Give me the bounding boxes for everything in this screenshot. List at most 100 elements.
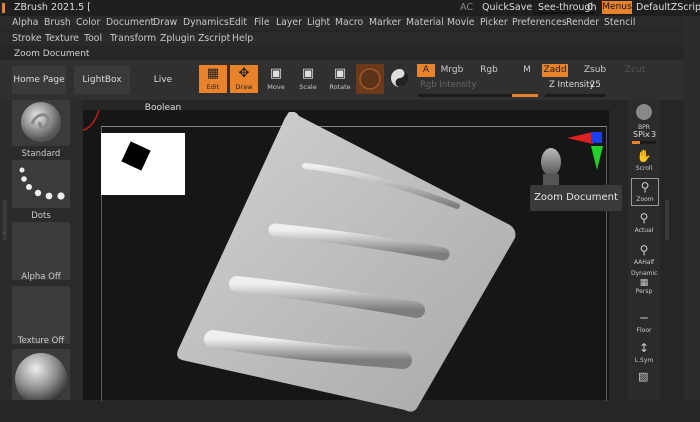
- title-bar: ZBrush 2021.5 [ AC QuickSave See-through…: [0, 0, 700, 16]
- lsym-button[interactable]: ↕ L.Sym: [631, 340, 657, 366]
- menu-light[interactable]: Light: [307, 17, 330, 28]
- floor-head-gizmo-icon[interactable]: [536, 146, 566, 186]
- menu-stencil[interactable]: Stencil: [604, 17, 635, 28]
- a-button[interactable]: A: [417, 64, 435, 77]
- draw-icon: ✥: [238, 66, 250, 81]
- persp-button[interactable]: Dynamic ▦ Persp: [631, 270, 657, 298]
- lsym-label: L.Sym: [634, 357, 654, 364]
- move-button[interactable]: ▣ Move: [262, 65, 290, 93]
- actual-button[interactable]: ⚲ Actual: [631, 210, 657, 236]
- m-button[interactable]: M: [520, 64, 534, 77]
- menu-texture[interactable]: Texture: [45, 33, 79, 44]
- rotate-icon: ▣: [333, 66, 347, 81]
- scroll-button[interactable]: ✋ Scroll: [631, 148, 657, 174]
- zoom-document-tooltip: Zoom Document: [530, 185, 622, 211]
- menu-tool[interactable]: Tool: [84, 33, 102, 44]
- zcut-button[interactable]: Zcut: [624, 64, 646, 77]
- live-boolean-button[interactable]: Live Boolean: [136, 66, 190, 113]
- stroke-picker[interactable]: [12, 160, 70, 208]
- menu-macro[interactable]: Macro: [335, 17, 363, 28]
- material-picker[interactable]: [12, 349, 70, 405]
- right-tray-scrollbar[interactable]: [665, 200, 669, 240]
- rotate-button[interactable]: ▣ Rotate: [326, 65, 354, 93]
- left-tray: Standard Dots Alpha Off Texture Off ˄: [0, 100, 82, 405]
- home-page-button[interactable]: Home Page: [12, 66, 66, 94]
- right-panel-edge: [684, 16, 700, 400]
- menu-color[interactable]: Color: [76, 17, 100, 28]
- bpr-button[interactable]: BPR: [631, 102, 657, 131]
- menu-help[interactable]: Help: [232, 33, 253, 44]
- lock-icon[interactable]: ▧: [638, 370, 648, 383]
- quicksave-button[interactable]: QuickSave: [482, 2, 532, 13]
- app-title: ZBrush 2021.5 [: [14, 2, 91, 13]
- standard-brush-icon: [21, 102, 61, 142]
- edit-button[interactable]: ▦ Edit: [199, 65, 227, 93]
- actual-label: Actual: [634, 227, 654, 234]
- menu-brush[interactable]: Brush: [44, 17, 71, 28]
- draw-button[interactable]: ✥ Draw: [230, 65, 258, 93]
- palette-title: Zoom Document: [14, 49, 90, 59]
- z-intensity-slider[interactable]: [545, 94, 605, 97]
- menu-movie[interactable]: Movie: [447, 17, 475, 28]
- menu-stroke[interactable]: Stroke: [12, 33, 42, 44]
- zbrush-logo-icon: [2, 3, 5, 13]
- menu-marker[interactable]: Marker: [369, 17, 401, 28]
- axis-gizmo-icon[interactable]: [563, 128, 607, 172]
- lsym-icon: ↕: [638, 341, 650, 355]
- material-sphere-icon[interactable]: [356, 64, 384, 94]
- floor-button[interactable]: ─ Floor: [631, 310, 657, 336]
- brush-label: Standard: [21, 149, 61, 159]
- menu-file[interactable]: File: [254, 17, 270, 28]
- color-picker-icon[interactable]: [390, 68, 410, 88]
- see-through-slider[interactable]: [534, 12, 594, 14]
- material-sphere-icon: [15, 353, 67, 405]
- edit-icon: ▦: [206, 66, 220, 81]
- draw-label: Draw: [235, 83, 253, 91]
- zoom-label: Zoom: [636, 196, 654, 203]
- z-intensity-value: 25: [590, 80, 601, 90]
- zoom-button[interactable]: ⚲ Zoom: [631, 178, 659, 206]
- scale-label: Scale: [299, 83, 317, 91]
- actual-magnifier-icon: ⚲: [639, 211, 649, 225]
- menu-transform[interactable]: Transform: [110, 33, 156, 44]
- menu-render[interactable]: Render: [566, 17, 599, 28]
- scale-icon: ▣: [301, 66, 315, 81]
- sculpt-plane-mesh[interactable]: [177, 112, 537, 422]
- mrgb-button[interactable]: Mrgb: [438, 64, 466, 77]
- ac-toggle[interactable]: AC: [460, 2, 473, 13]
- aahalf-button[interactable]: ⚲ AAHalf: [631, 242, 657, 268]
- navigation-thumbnail[interactable]: [101, 133, 185, 195]
- floor-icon: ─: [640, 311, 648, 325]
- scroll-label: Scroll: [635, 165, 653, 172]
- menu-zplugin[interactable]: Zplugin: [160, 33, 195, 44]
- menu-zscript[interactable]: Zscript: [198, 33, 230, 44]
- persp-label: Persp: [635, 288, 653, 295]
- right-shelf: BPR SPix 3 ✋ Scroll ⚲ Zoom ⚲ Actual ⚲ AAHalf…: [628, 100, 660, 400]
- scale-button[interactable]: ▣ Scale: [294, 65, 322, 93]
- menu-edit[interactable]: Edit: [229, 17, 247, 28]
- spix-label: SPix: [633, 130, 650, 139]
- z-intensity-fill: [512, 94, 538, 97]
- zadd-button[interactable]: Zadd: [542, 64, 568, 77]
- brush-picker[interactable]: [12, 100, 70, 146]
- menu-alpha[interactable]: Alpha: [12, 17, 38, 28]
- rgb-button[interactable]: Rgb: [478, 64, 500, 77]
- menu-document[interactable]: Document: [106, 17, 154, 28]
- persp-icon: ▦: [639, 278, 649, 288]
- menu-row-1: Alpha Brush Color Document Draw Dynamics…: [0, 16, 700, 30]
- menu-picker[interactable]: Picker: [480, 17, 508, 28]
- menu-dynamics[interactable]: Dynamics: [183, 17, 229, 28]
- menus-toggle-button[interactable]: Menus: [602, 1, 632, 14]
- edit-label: Edit: [206, 83, 220, 91]
- menu-layer[interactable]: Layer: [276, 17, 302, 28]
- menu-preferences[interactable]: Preferences: [512, 17, 567, 28]
- bpr-sphere-icon: [636, 104, 652, 120]
- menu-draw[interactable]: Draw: [153, 17, 177, 28]
- default-zscript-button[interactable]: DefaultZScript: [636, 2, 700, 13]
- lightbox-button[interactable]: LightBox: [74, 66, 130, 94]
- menu-material[interactable]: Material: [406, 17, 444, 28]
- left-tray-collapse-icon[interactable]: ˄: [2, 232, 6, 240]
- top-shelf: Home Page LightBox Live Boolean ▦ Edit ✥ D…: [0, 60, 700, 113]
- dynamic-label: Dynamic: [631, 270, 658, 277]
- zsub-button[interactable]: Zsub: [582, 64, 608, 77]
